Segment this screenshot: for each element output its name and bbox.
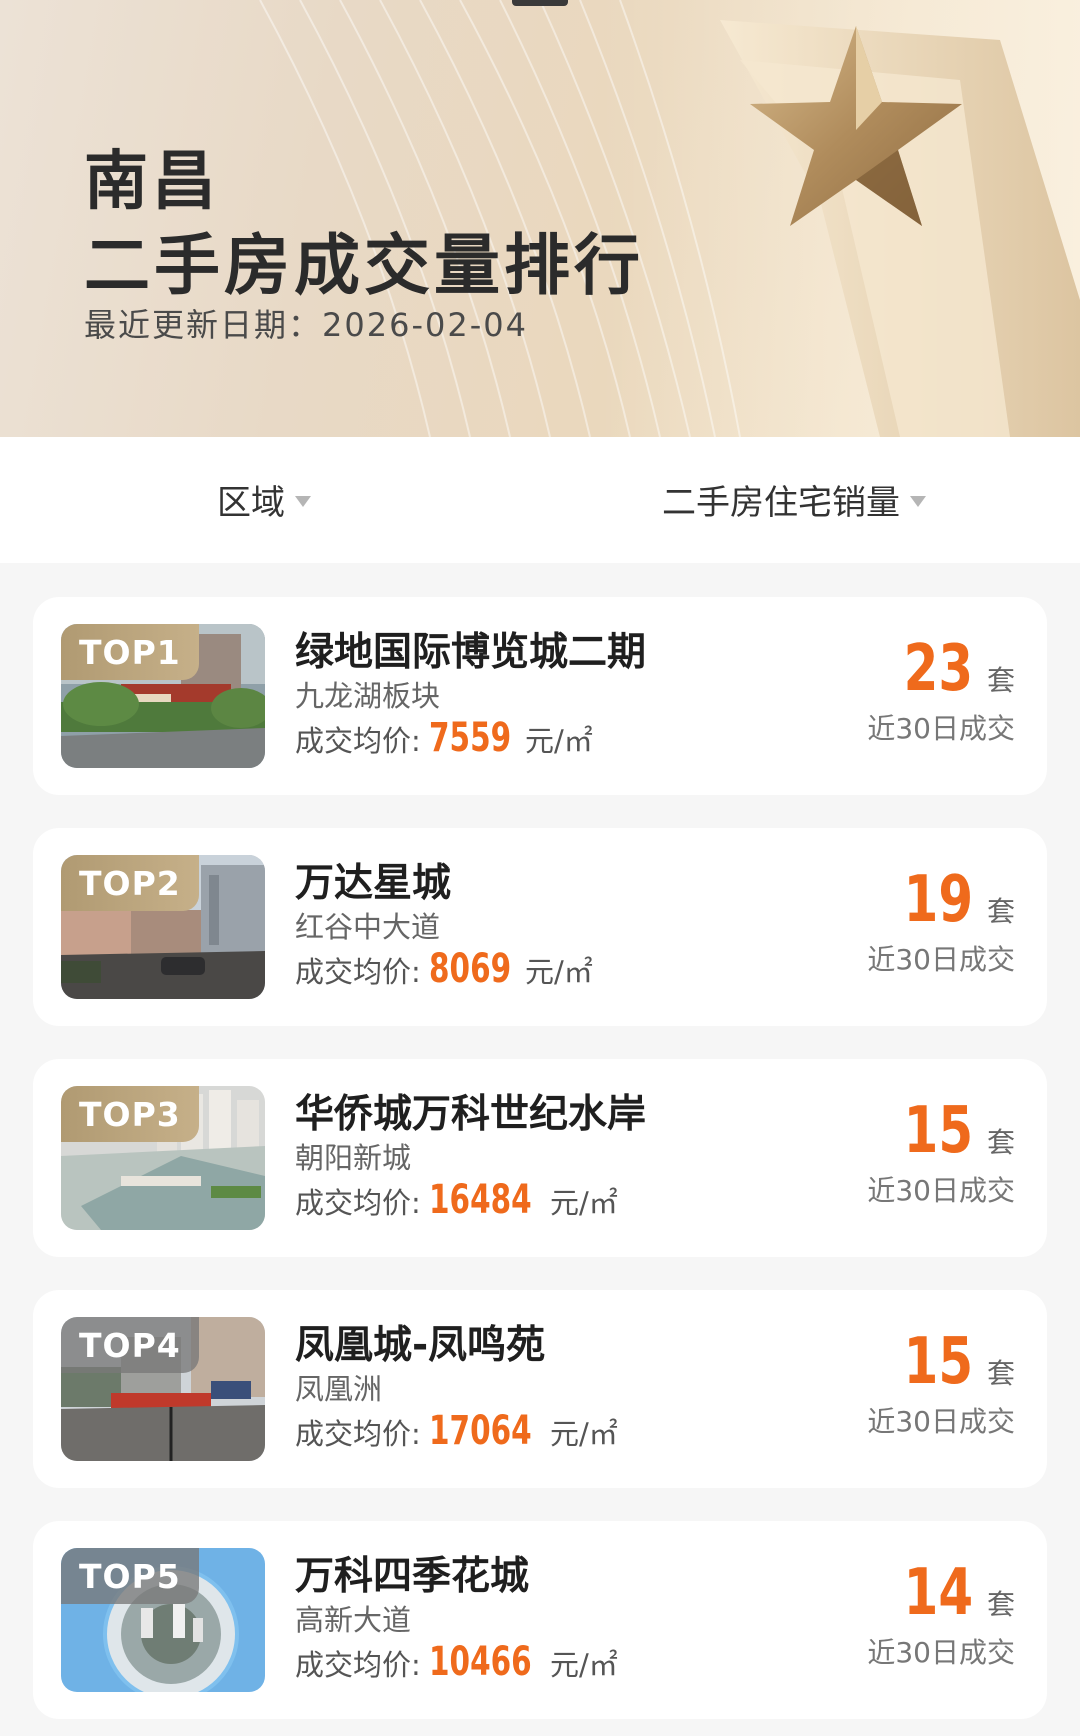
city-title: 南昌 — [84, 145, 220, 219]
deal-count-caption: 近30日成交 — [867, 1405, 1015, 1438]
avg-price-label: 成交均价 — [295, 955, 412, 989]
deal-count-value: 15 — [903, 1094, 973, 1168]
deal-count-value: 19 — [903, 863, 973, 937]
metric-filter-label: 二手房住宅销量 — [662, 482, 900, 523]
avg-price-colon: : — [411, 955, 421, 989]
page-title: 二手房成交量排行 — [84, 227, 644, 304]
property-photo: TOP1 — [61, 624, 265, 768]
deal-count-unit: 套 — [986, 664, 1015, 697]
rank-badge: TOP1 — [61, 624, 199, 680]
property-district: 红谷中大道 — [295, 910, 441, 944]
deal-count-value: 23 — [903, 632, 973, 706]
avg-price-row: 成交均价 : 17064 元/㎡ — [295, 1408, 618, 1456]
avg-price-value: 17064 — [428, 1408, 532, 1454]
avg-price-unit: 元/㎡ — [524, 955, 593, 989]
metric-filter-dropdown[interactable]: 二手房住宅销量 — [662, 477, 926, 523]
rank-badge: TOP2 — [61, 855, 199, 911]
deal-count: 23 套 近30日成交 — [867, 637, 1015, 747]
deal-count-caption: 近30日成交 — [867, 1636, 1015, 1669]
deal-count-caption: 近30日成交 — [867, 712, 1015, 745]
update-date: 最近更新日期：2026-02-04 — [84, 300, 528, 346]
property-name: 华侨城万科世纪水岸 — [295, 1092, 647, 1137]
ranking-card[interactable]: TOP1 绿地国际博览城二期 九龙湖板块 成交均价 : 7559 元/㎡ 23 … — [33, 597, 1047, 795]
avg-price-label: 成交均价 — [295, 724, 412, 758]
avg-price-row: 成交均价 : 8069 元/㎡ — [295, 946, 593, 994]
avg-price-label: 成交均价 — [295, 1648, 412, 1682]
deal-count-unit: 套 — [986, 895, 1015, 928]
property-name: 绿地国际博览城二期 — [295, 630, 647, 675]
deal-count-unit: 套 — [986, 1588, 1015, 1621]
ranking-card[interactable]: TOP4 凤凰城-凤鸣苑 凤凰洲 成交均价 : 17064 元/㎡ 15 套 近… — [33, 1290, 1047, 1488]
deal-count-caption: 近30日成交 — [867, 943, 1015, 976]
avg-price-row: 成交均价 : 10466 元/㎡ — [295, 1639, 618, 1687]
avg-price-unit: 元/㎡ — [550, 1648, 618, 1682]
avg-price-colon: : — [411, 1648, 421, 1682]
avg-price-unit: 元/㎡ — [550, 1186, 618, 1220]
property-photo: TOP2 — [61, 855, 265, 999]
rank-badge: TOP5 — [61, 1548, 199, 1604]
avg-price-value: 8069 — [428, 946, 511, 992]
deal-count: 15 套 近30日成交 — [867, 1099, 1015, 1209]
deal-count-caption: 近30日成交 — [867, 1174, 1015, 1207]
avg-price-colon: : — [411, 724, 421, 758]
property-photo: TOP5 — [61, 1548, 265, 1692]
filter-bar: 区域 二手房住宅销量 — [0, 437, 1080, 563]
property-district: 朝阳新城 — [295, 1141, 412, 1175]
avg-price-label: 成交均价 — [295, 1186, 412, 1220]
update-date-value: 2026-02-04 — [322, 306, 528, 344]
deal-count-value: 15 — [903, 1325, 973, 1399]
avg-price-unit: 元/㎡ — [550, 1417, 618, 1451]
avg-price-row: 成交均价 : 16484 元/㎡ — [295, 1177, 618, 1225]
property-district: 九龙湖板块 — [295, 679, 441, 713]
ranking-card[interactable]: TOP5 万科四季花城 高新大道 成交均价 : 10466 元/㎡ 14 套 近… — [33, 1521, 1047, 1719]
drag-handle[interactable] — [512, 0, 568, 6]
rank-badge: TOP3 — [61, 1086, 199, 1142]
property-district: 高新大道 — [295, 1603, 412, 1637]
avg-price-unit: 元/㎡ — [524, 724, 593, 758]
deal-count-unit: 套 — [986, 1357, 1015, 1390]
hero-banner: 南昌 二手房成交量排行 最近更新日期：2026-02-04 — [0, 0, 1080, 437]
avg-price-row: 成交均价 : 7559 元/㎡ — [295, 715, 593, 763]
property-district: 凤凰洲 — [295, 1372, 383, 1406]
ranking-page: 南昌 二手房成交量排行 最近更新日期：2026-02-04 区域 二手房住宅销量 — [0, 0, 1080, 1736]
avg-price-label: 成交均价 — [295, 1417, 412, 1451]
area-filter-dropdown[interactable]: 区域 — [217, 477, 311, 523]
deal-count: 14 套 近30日成交 — [867, 1561, 1015, 1671]
area-filter-label: 区域 — [217, 482, 285, 523]
deal-count-unit: 套 — [986, 1126, 1015, 1159]
deal-count: 15 套 近30日成交 — [867, 1330, 1015, 1440]
ranking-card[interactable]: TOP3 华侨城万科世纪水岸 朝阳新城 成交均价 : 16484 元/㎡ 15 … — [33, 1059, 1047, 1257]
avg-price-colon: : — [411, 1417, 421, 1451]
property-photo: TOP3 — [61, 1086, 265, 1230]
update-date-label: 最近更新日期： — [84, 306, 323, 344]
property-name: 万达星城 — [295, 861, 452, 906]
avg-price-value: 10466 — [428, 1639, 532, 1685]
avg-price-value: 7559 — [428, 715, 511, 761]
deal-count-value: 14 — [903, 1556, 973, 1630]
avg-price-colon: : — [411, 1186, 421, 1220]
deal-count: 19 套 近30日成交 — [867, 868, 1015, 978]
property-photo: TOP4 — [61, 1317, 265, 1461]
ranking-card[interactable]: TOP2 万达星城 红谷中大道 成交均价 : 8069 元/㎡ 19 套 近30… — [33, 828, 1047, 1026]
property-name: 凤凰城-凤鸣苑 — [295, 1323, 546, 1368]
caret-down-icon — [295, 495, 311, 507]
rank-badge: TOP4 — [61, 1317, 199, 1373]
avg-price-value: 16484 — [428, 1177, 532, 1223]
property-name: 万科四季花城 — [295, 1554, 530, 1599]
caret-down-icon — [910, 495, 926, 507]
